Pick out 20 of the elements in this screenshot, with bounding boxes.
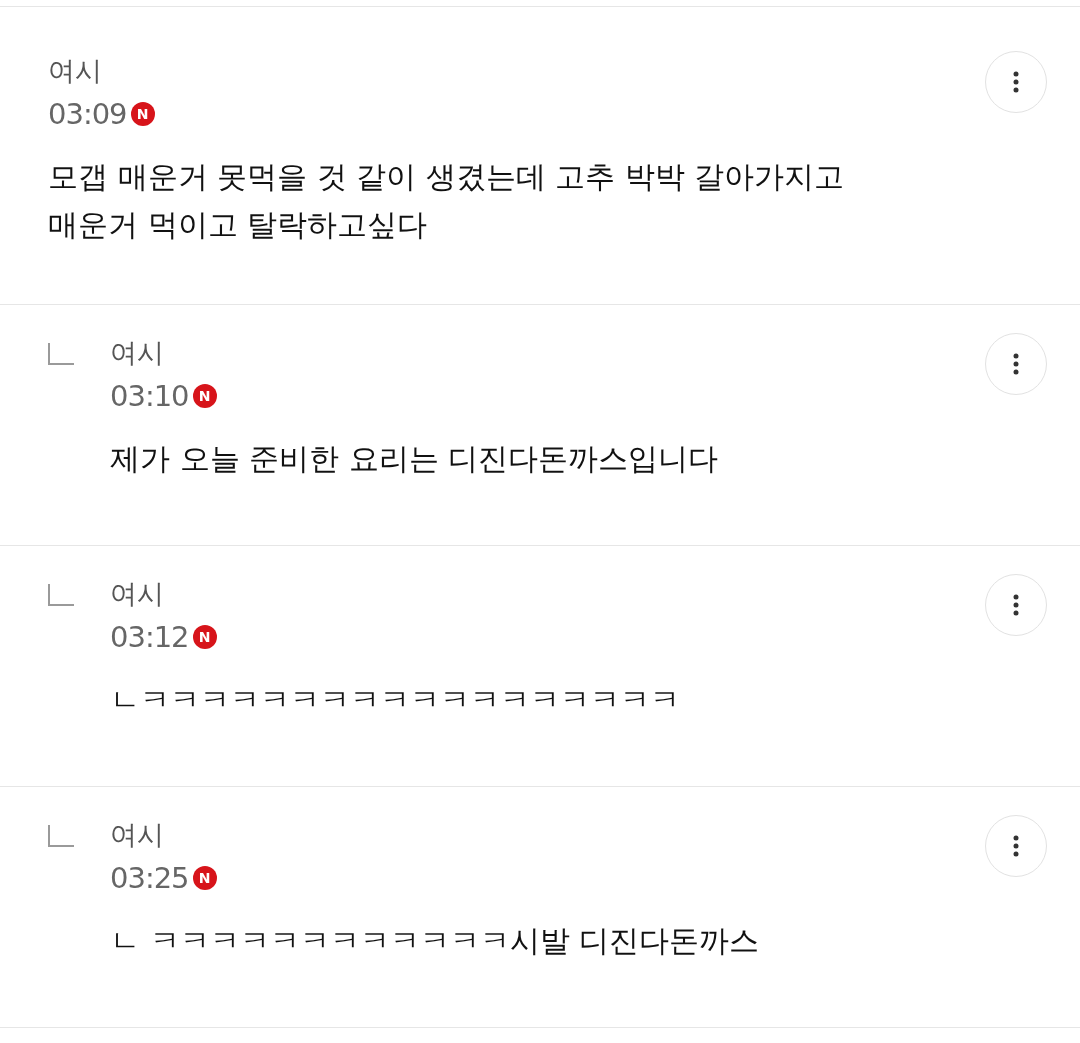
comment-time: 03:09 xyxy=(48,96,127,133)
more-icon xyxy=(1013,353,1019,375)
comment-text: ㄴ ㅋㅋㅋㅋㅋㅋㅋㅋㅋㅋㅋㅋ시발 디진다돈까스 xyxy=(110,922,761,960)
author-name: 여시 xyxy=(110,577,165,611)
comment-time: 03:25 xyxy=(110,860,189,897)
author-name: 여시 xyxy=(110,818,165,852)
comment-time: 03:12 xyxy=(110,619,189,656)
comment-text: ㄴㅋㅋㅋㅋㅋㅋㅋㅋㅋㅋㅋㅋㅋㅋㅋㅋㅋㅋ xyxy=(110,681,681,719)
comment-text: 모갭 매운거 못먹을 것 같이 생겼는데 고추 박박 갈아가지고 매운거 먹이고 탈락하고싶다 xyxy=(48,158,846,244)
author-name: 여시 xyxy=(48,54,103,88)
more-icon xyxy=(1013,71,1019,93)
new-badge: N xyxy=(192,625,217,649)
new-badge: N xyxy=(192,384,217,408)
comment-time: 03:10 xyxy=(110,378,189,415)
more-icon xyxy=(1013,594,1019,616)
more-icon xyxy=(1013,835,1019,857)
comment-text: 제가 오늘 준비한 요리는 디진다돈까스입니다 xyxy=(110,440,720,478)
author-name: 여시 xyxy=(110,336,165,370)
new-badge: N xyxy=(192,866,217,890)
new-badge: N xyxy=(130,102,155,126)
